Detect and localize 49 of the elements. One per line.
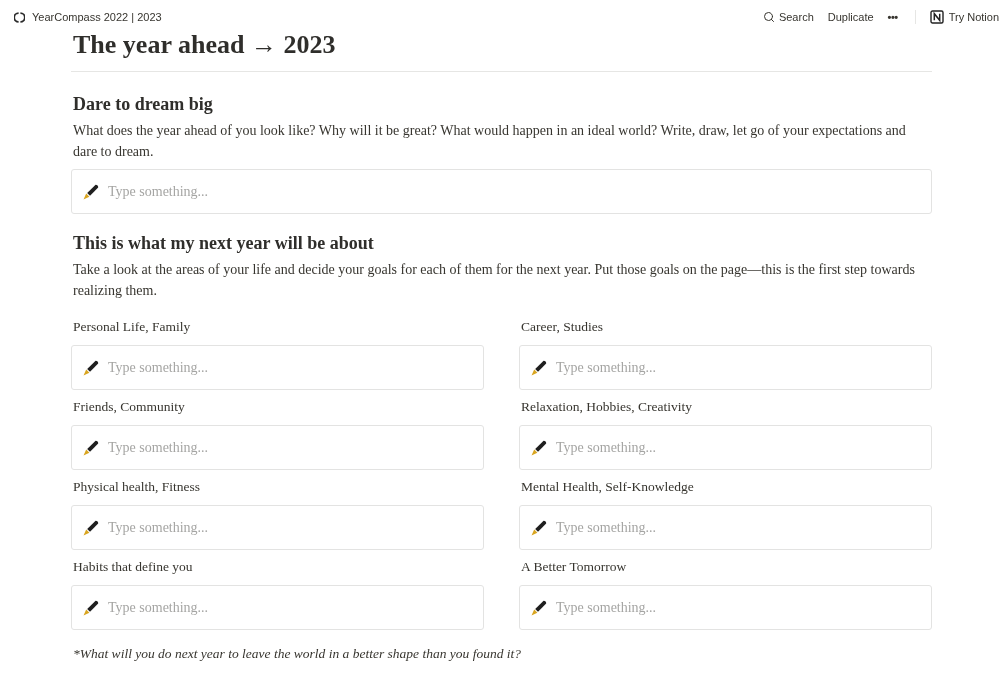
section-heading: This is what my next year will be about [72,232,375,255]
footnote: *What will you do next year to leave the world in a better shape than you found it? [72,645,523,663]
text-input[interactable]: Type something... [556,353,921,382]
fountain-pen-icon [531,439,547,456]
text-input[interactable]: Type something... [108,593,473,622]
field-label: Habits that define you [72,558,194,576]
breadcrumb[interactable]: YearCompass 2022 | 2023 [32,8,162,26]
text-input[interactable]: Type something... [556,593,921,622]
fountain-pen-icon [83,599,99,616]
text-input[interactable]: Type something... [108,433,473,462]
duplicate-button[interactable]: Duplicate [824,8,877,26]
callout-field[interactable]: Type something... [519,505,932,550]
field-label: Career, Studies [520,318,604,336]
callout-field[interactable]: Type something... [71,345,484,390]
field-label: A Better Tomorrow [520,558,628,576]
callout-field[interactable]: Type something... [71,425,484,470]
callout-field[interactable]: Type something... [71,585,484,630]
text-input[interactable]: Type something... [556,433,921,462]
ring-icon [14,11,25,23]
try-notion-button[interactable]: Try Notion [929,8,999,26]
field-label: Mental Health, Self-Knowledge [520,478,695,496]
text-input[interactable]: Type something... [556,513,921,542]
fountain-pen-icon [83,439,99,456]
section-heading: Dare to dream big [72,93,214,116]
search-button[interactable]: Search [759,8,817,26]
field-label: Physical health, Fitness [72,478,202,496]
text-input[interactable]: Type something... [108,177,921,206]
section-description: What does the year ahead of you look like? Why will it be great? What would happen in an ideal world? Write, draw, let go of your expectations and dare to dream. [72,122,907,161]
callout-field[interactable]: Type something... [519,585,932,630]
text-input[interactable]: Type something... [108,353,473,382]
fountain-pen-icon [83,519,99,536]
fountain-pen-icon [531,359,547,376]
fountain-pen-icon [83,359,99,376]
field-label: Relaxation, Hobbies, Creativity [520,398,693,416]
fountain-pen-icon [531,599,547,616]
callout-field[interactable]: Type something... [71,505,484,550]
search-icon [762,11,775,23]
more-button[interactable]: ••• [884,8,901,26]
callout-field[interactable]: Type something... [71,169,932,214]
text-input[interactable]: Type something... [108,513,473,542]
fountain-pen-icon [83,183,99,200]
callout-field[interactable]: Type something... [519,425,932,470]
field-label: Friends, Community [72,398,186,416]
square-logo-icon [929,10,944,24]
fountain-pen-icon [531,519,547,536]
callout-field[interactable]: Type something... [519,345,932,390]
page-title: The year ahead → 2023 [71,30,932,72]
section-description: Take a look at the areas of your life and decide your goals for each of them for the next year. Put those goals on the page—this is the first step towards realizing them. [72,261,916,300]
field-label: Personal Life, Family [72,318,192,336]
